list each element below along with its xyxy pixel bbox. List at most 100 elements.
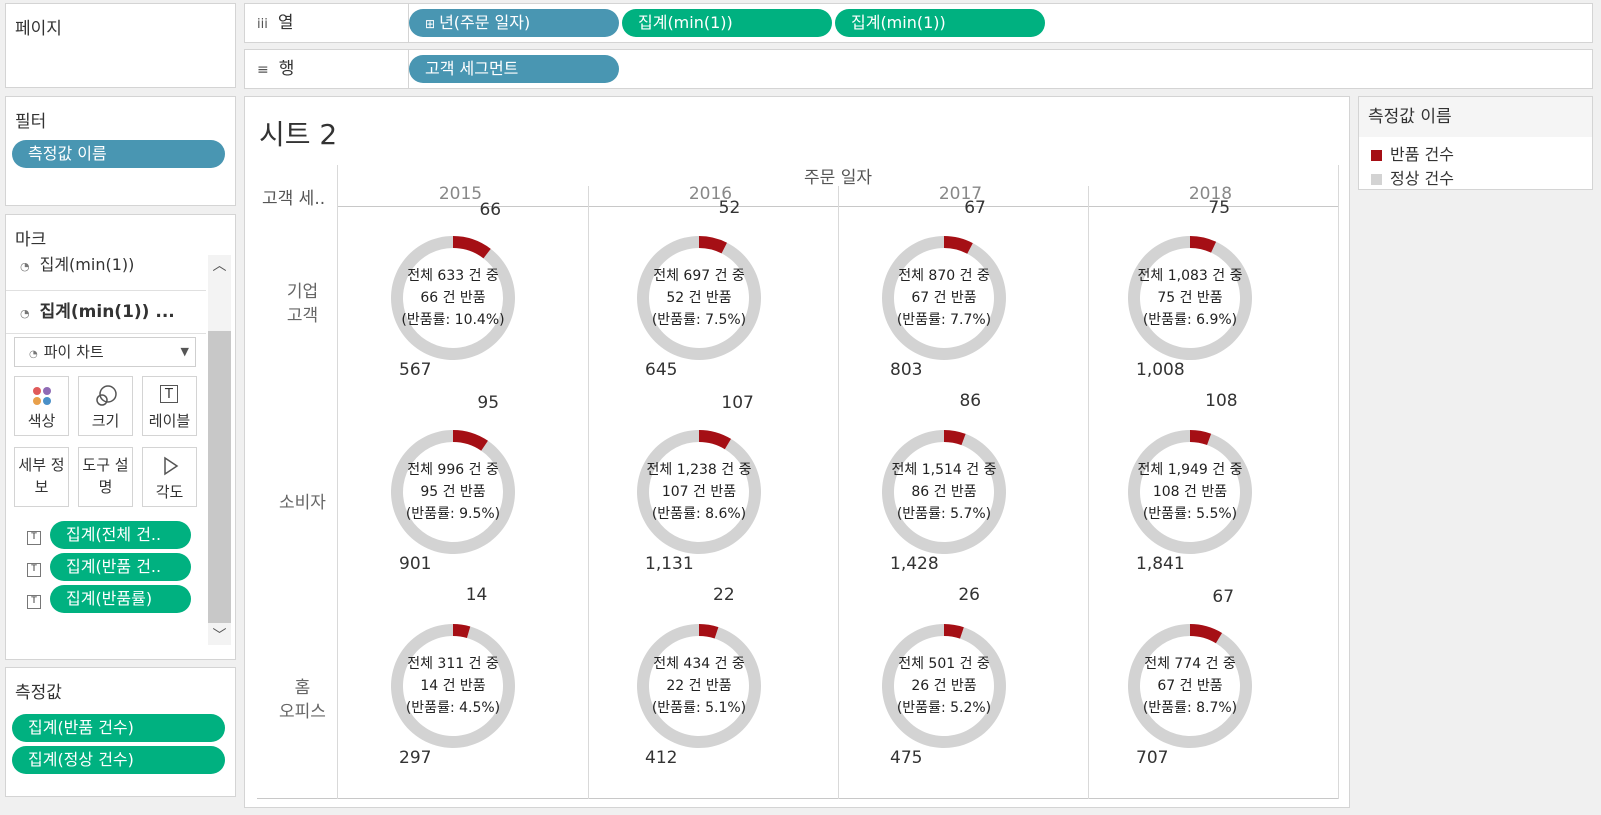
returns-count-label: 26 (958, 585, 980, 605)
donut-center-text: (반품률: 7.5%) (651, 312, 747, 328)
size-icon (94, 383, 120, 413)
donut-center-text: (반품률: 10.4%) (401, 312, 505, 328)
marks-card-color[interactable]: 색상 (14, 376, 69, 436)
row-header-consumer[interactable]: 소비자 (275, 491, 330, 515)
filters-title: 필터 (15, 112, 47, 132)
donut-center-text: (반품률: 5.2%) (896, 700, 992, 716)
marks-card-detail[interactable]: 세부 정보 (14, 447, 69, 507)
expand-icon: ⊞ (425, 17, 436, 31)
grid-bottom-line (257, 798, 1338, 799)
pie-layer-icon: ◔ (20, 260, 30, 273)
marks-layer-1[interactable]: ◔ 집계(min(1)) (6, 249, 206, 291)
pages-panel[interactable]: 페이지 (5, 3, 236, 88)
returns-count-label: 14 (465, 584, 488, 605)
donut-center-text: (반품률: 8.6%) (651, 506, 747, 522)
columns-shelf-label: iii 열 (245, 4, 409, 42)
returns-count-label: 75 (1208, 197, 1231, 218)
column-pill-agg-2[interactable]: 집계(min(1)) (835, 9, 1045, 37)
returns-count-label: 67 (964, 198, 986, 219)
measure-pill-returns[interactable]: 집계(반품 건수) (12, 714, 225, 742)
returns-count-label: 22 (713, 584, 735, 605)
donut-center-text: (반품률: 5.1%) (651, 700, 747, 716)
donut-center-text: (반품률: 5.7%) (896, 506, 992, 522)
angle-icon (161, 456, 181, 480)
measures-title: 측정값 (15, 683, 62, 703)
scroll-thumb[interactable] (208, 331, 231, 623)
measure-pill-normal[interactable]: 집계(정상 건수) (12, 746, 225, 774)
normal-count-label: 1,008 (1136, 360, 1185, 380)
columns-icon: iii (257, 17, 268, 32)
measures-panel[interactable]: 측정값 집계(반품 건수) 집계(정상 건수) (5, 667, 236, 797)
rows-icon: ≡ (257, 62, 269, 78)
normal-count-label: 707 (1136, 748, 1169, 768)
dropdown-arrow-icon: ▼ (180, 345, 189, 358)
legend-swatch-returns (1371, 150, 1382, 161)
marks-card-size[interactable]: 크기 (78, 376, 133, 436)
filters-panel[interactable]: 필터 측정값 이름 (5, 96, 236, 206)
legend-item-returns[interactable]: 반품 건수 (1371, 141, 1454, 165)
label-field-icon: T (27, 595, 41, 609)
normal-count-label: 567 (399, 360, 432, 380)
donut-center-text: (반품률: 7.7%) (896, 312, 992, 328)
donut-center-text: 전체 1,949 건 중 (1137, 462, 1243, 478)
donut-center-text: 전체 1,514 건 중 (891, 462, 997, 478)
donut-center-text: 전체 501 건 중 (898, 656, 990, 672)
label-pill-returns[interactable]: 집계(반품 건.. (50, 553, 191, 581)
donut-center-text: 전체 774 건 중 (1144, 656, 1236, 672)
year-header[interactable]: 2016 (588, 184, 833, 204)
donut-center-text: (반품률: 6.9%) (1142, 312, 1238, 328)
filter-pill-measure-names[interactable]: 측정값 이름 (12, 140, 225, 168)
tooltip-label: 도구 설명 (82, 456, 129, 496)
pie-layer-icon: ◔ (20, 307, 30, 320)
marks-card-label[interactable]: T 레이블 (142, 376, 197, 436)
donut-center-text: 75 건 반품 (1157, 290, 1223, 306)
grid-line (1338, 165, 1339, 799)
row-header-field[interactable]: 고객 세.. (262, 184, 325, 209)
returns-count-label: 66 (479, 200, 502, 221)
text-icon: T (160, 385, 178, 403)
label-pill-total[interactable]: 집계(전체 건.. (50, 521, 191, 549)
grid-line (588, 186, 589, 799)
donut-center-text: 107 건 반품 (661, 484, 737, 500)
donut-center-text: 전체 1,083 건 중 (1137, 268, 1243, 284)
normal-count-label: 1,841 (1136, 554, 1185, 574)
marks-layer-2[interactable]: ◔ 집계(min(1)) ... (6, 292, 206, 334)
returns-count-label: 52 (718, 198, 741, 219)
label-pill-return-rate[interactable]: 집계(반품률) (50, 585, 191, 613)
pie-chart-icon: ◔ (29, 349, 38, 360)
row-pill-segment[interactable]: 고객 세그먼트 (409, 55, 619, 83)
pages-title: 페이지 (15, 19, 62, 39)
donut-center-text: 95 건 반품 (420, 484, 486, 500)
mark-type-select[interactable]: ◔ 파이 차트 ▼ (14, 337, 196, 367)
marks-panel[interactable]: 마크 ◔ 집계(min(1)) ◔ 집계(min(1)) ... ︿ ﹀ ◔ 파이 차… (5, 214, 236, 660)
row-header-corporate[interactable]: 기업 고객 (275, 280, 330, 328)
detail-label: 세부 정보 (18, 456, 65, 496)
legend-item-normal[interactable]: 정상 건수 (1371, 165, 1454, 189)
column-pill-agg-1[interactable]: 집계(min(1)) (622, 9, 832, 37)
donut-center-text: 67 건 반품 (1157, 678, 1223, 694)
legend-panel[interactable]: 측정값 이름 반품 건수 정상 건수 (1358, 96, 1593, 190)
scroll-up-icon[interactable]: ︿ (208, 255, 231, 275)
scroll-down-icon[interactable]: ﹀ (208, 625, 231, 645)
normal-count-label: 1,131 (645, 554, 694, 574)
donut-center-text: 전체 1,238 건 중 (646, 462, 752, 478)
donut-center-text: 전체 996 건 중 (407, 462, 499, 478)
rows-shelf-label: ≡ 행 (245, 50, 409, 88)
year-header[interactable]: 2017 (838, 184, 1083, 204)
normal-count-label: 803 (890, 360, 923, 380)
marks-card-angle[interactable]: 각도 (142, 447, 197, 507)
year-header[interactable]: 2015 (338, 184, 583, 204)
color-icon (31, 385, 53, 407)
donut-center-text: 108 건 반품 (1152, 484, 1228, 500)
donut-center-text: (반품률: 5.5%) (1142, 506, 1238, 522)
grid-line (838, 186, 839, 799)
rows-shelf[interactable]: ≡ 행 고객 세그먼트 (244, 49, 1593, 89)
normal-count-label: 412 (645, 748, 678, 768)
marks-title: 마크 (15, 230, 47, 250)
marks-scrollbar[interactable]: ︿ ﹀ (208, 255, 231, 645)
marks-card-tooltip[interactable]: 도구 설명 (78, 447, 133, 507)
row-header-home-office[interactable]: 홈 오피스 (275, 676, 330, 724)
returns-count-label: 67 (1212, 586, 1235, 607)
column-pill-year[interactable]: ⊞ 년(주문 일자) (409, 9, 619, 37)
columns-shelf[interactable]: iii 열 ⊞ 년(주문 일자) 집계(min(1)) 집계(min(1)) (244, 3, 1593, 43)
